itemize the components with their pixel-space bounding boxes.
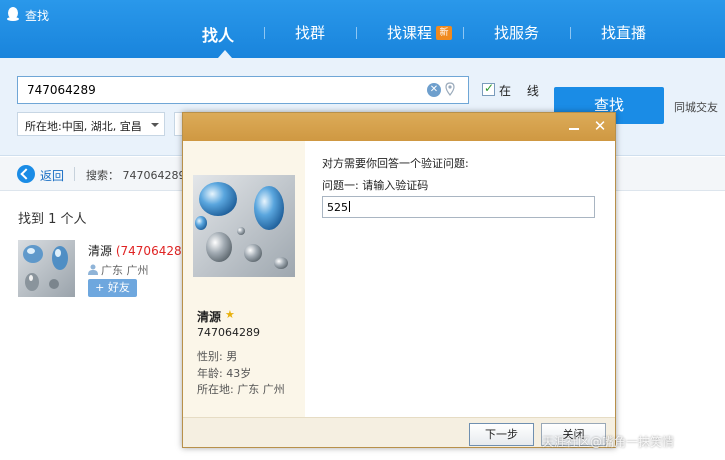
verification-prompt: 对方需要你回答一个验证问题: — [322, 157, 469, 170]
dialog-title-bar[interactable]: ✕ — [183, 113, 615, 141]
tab-find-live[interactable]: 找直播 — [601, 22, 646, 43]
list-item[interactable]: 清源 (747064289) 广东 广州 + 好友 — [18, 240, 194, 300]
title-bar: 查找 找人 找群 找课程 新 找服务 找直播 — [0, 0, 725, 58]
chevron-down-icon — [151, 123, 159, 127]
tab-find-courses[interactable]: 找课程 — [387, 22, 432, 43]
profile-qq-number: 747064289 — [197, 326, 260, 339]
verification-dialog: ✕ 清源 ★ 747064289 性别: 男 年龄: 43岁 所在地: 广东 广… — [182, 112, 616, 448]
search-input-value: 747064289 — [27, 83, 96, 97]
location-pin-icon[interactable] — [445, 82, 455, 96]
search-input[interactable]: 747064289 ✕ — [17, 76, 469, 104]
tab-find-people[interactable]: 找人 — [202, 22, 234, 46]
text-caret — [349, 201, 350, 212]
profile-age: 年龄: 43岁 — [197, 367, 252, 380]
online-checkbox[interactable] — [482, 81, 495, 96]
clear-icon[interactable]: ✕ — [427, 83, 441, 97]
tab-divider — [570, 27, 571, 39]
answer-input[interactable]: 525 — [322, 196, 595, 218]
tab-divider — [264, 27, 265, 39]
add-friend-button[interactable]: + 好友 — [88, 279, 137, 297]
answer-input-value: 525 — [327, 201, 350, 214]
profile-name: 清源 — [197, 310, 222, 324]
search-query-text: 搜索： 747064289 — [86, 169, 186, 182]
online-label: 在 线 — [499, 84, 545, 98]
result-nickname: 清源 — [88, 244, 113, 258]
result-location: 广东 广州 — [88, 262, 149, 278]
tab-find-groups[interactable]: 找群 — [295, 22, 325, 43]
nearby-dating-link[interactable]: 同城交友 — [674, 99, 718, 115]
tab-divider — [356, 27, 357, 39]
close-icon[interactable]: ✕ — [593, 117, 607, 135]
tab-divider — [463, 27, 464, 39]
person-icon — [88, 264, 98, 275]
result-count: 找到 1 个人 — [18, 212, 87, 227]
tab-find-services[interactable]: 找服务 — [494, 22, 539, 43]
location-select[interactable]: 所在地:中国, 湖北, 宜昌 — [17, 112, 165, 136]
location-select-value: 所在地:中国, 湖北, 宜昌 — [25, 120, 142, 133]
back-link[interactable]: 返回 — [40, 167, 64, 184]
watermark: 天涯社区@嘴角一抹笑情 — [542, 435, 675, 449]
qq-logo-icon — [7, 7, 19, 21]
profile-gender: 性别: 男 — [197, 350, 238, 363]
new-badge: 新 — [436, 26, 452, 40]
window-title: 查找 — [25, 9, 50, 23]
profile-panel: 清源 ★ 747064289 性别: 男 年龄: 43岁 所在地: 广东 广州 — [183, 141, 305, 417]
back-arrow-icon[interactable] — [17, 165, 35, 183]
avatar[interactable] — [18, 240, 75, 297]
active-tab-pointer — [218, 50, 232, 58]
next-button[interactable]: 下一步 — [469, 423, 534, 446]
divider — [74, 167, 75, 181]
star-icon: ★ — [225, 308, 235, 321]
verification-question: 问题一: 请输入验证码 — [322, 179, 429, 192]
result-name[interactable]: 清源 (747064289) — [88, 242, 194, 259]
profile-location: 所在地: 广东 广州 — [197, 383, 285, 396]
minimize-icon[interactable] — [567, 120, 581, 134]
result-location-text: 广东 广州 — [101, 264, 149, 277]
profile-photo — [193, 175, 295, 277]
